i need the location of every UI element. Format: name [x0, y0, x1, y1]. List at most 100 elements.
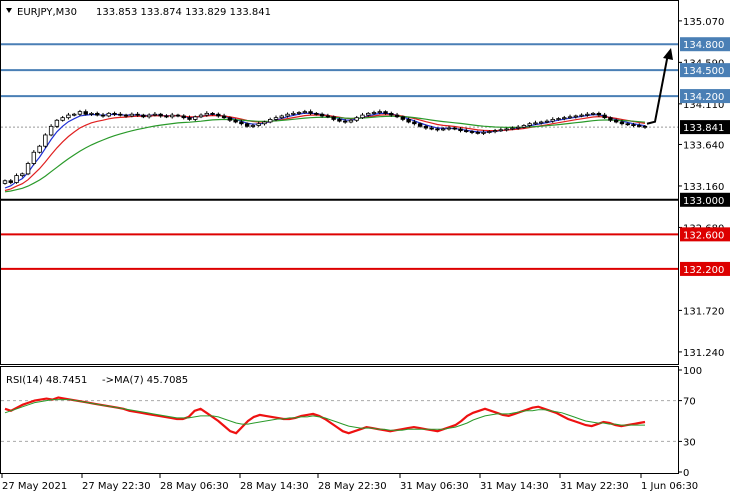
candle-body [106, 112, 111, 117]
candle-body [71, 113, 77, 116]
candle-body [417, 123, 423, 127]
candle-body [244, 123, 250, 127]
forecast-arrowhead-icon [663, 47, 673, 60]
candle-body [204, 112, 210, 116]
ohlc-values: 133.853 133.874 133.829 133.841 [96, 7, 271, 18]
candle-body [487, 131, 492, 133]
candle-body [371, 112, 377, 114]
time-tick-label: 28 May 06:30 [160, 481, 229, 492]
candle-body [498, 129, 504, 132]
candle-body [619, 121, 625, 125]
candle-body [429, 127, 434, 130]
candle-body [256, 123, 261, 126]
horizontal-levels [1, 43, 678, 270]
ma_slow-line [4, 115, 646, 193]
candle-body [366, 112, 371, 116]
candle-body [539, 121, 544, 124]
candle-body [2, 180, 8, 184]
candle-body [608, 117, 613, 121]
candle-body [544, 120, 550, 123]
rsi-tick-label: 30 [683, 437, 696, 448]
candle-body [273, 117, 279, 120]
price-chart[interactable]: 135.070134.590134.110133.640133.160132.6… [0, 0, 734, 497]
candle-body [285, 113, 290, 117]
candle-body [268, 119, 273, 123]
candle-body [216, 113, 221, 117]
candle-body [590, 112, 596, 115]
candle-body [123, 114, 129, 117]
dropdown-triangle-icon[interactable] [6, 8, 12, 13]
candle-body [152, 113, 158, 116]
price-tick-label: 131.720 [683, 306, 724, 317]
forecast-line [646, 53, 669, 125]
candle-body [95, 112, 100, 116]
level-tag-label: 134.800 [683, 40, 724, 51]
moving-averages [4, 112, 646, 193]
candle-body [631, 124, 636, 126]
candle-body [175, 114, 181, 117]
candle-body [550, 119, 555, 122]
candle-body [458, 128, 463, 132]
candle-body [585, 113, 590, 116]
candle-body [331, 116, 336, 120]
candle-body [383, 111, 388, 114]
candle-body [146, 114, 152, 118]
candle-body [481, 131, 486, 134]
candle-body [337, 119, 342, 122]
candle-body [579, 114, 584, 117]
candle-body [406, 119, 411, 123]
candle-body [400, 116, 406, 120]
price-tick-label: 135.070 [683, 17, 724, 28]
candle-body [637, 125, 642, 127]
price-tick-label: 131.240 [683, 348, 724, 359]
candle-body [37, 145, 42, 153]
candle-body [77, 111, 83, 115]
level-tag-label: 134.500 [683, 66, 724, 77]
level-tag-label: 133.000 [683, 196, 724, 207]
chart-window[interactable]: 135.070134.590134.110133.640133.160132.6… [0, 0, 734, 497]
time-tick-label: 28 May 22:30 [318, 481, 387, 492]
candle-body [562, 117, 567, 120]
candle-body [527, 123, 532, 126]
candle-body [31, 151, 37, 164]
candle-body [227, 117, 233, 121]
candle-body [389, 112, 394, 116]
price-tick-label: 133.160 [683, 182, 724, 193]
time-tick-label: 31 May 06:30 [400, 481, 469, 492]
candle-body [521, 125, 527, 128]
candle-body [573, 115, 579, 118]
price-tick-label: 133.640 [683, 140, 724, 151]
candle-body [193, 116, 198, 120]
rsi-tick-label: 70 [683, 397, 696, 408]
candle-body [325, 115, 331, 118]
candle-body [25, 163, 31, 175]
level-tags: 134.800 134.500 134.200 133.000 132.600 132.2… [680, 37, 730, 276]
candle-body [504, 128, 509, 131]
candle-body [89, 112, 94, 115]
forecast-arrow [646, 47, 673, 125]
candle-body [492, 130, 498, 133]
candle-body [233, 119, 238, 123]
candle-body [60, 117, 65, 121]
candle-body [602, 114, 607, 119]
current-price-label: 133.841 [683, 123, 724, 134]
main-pane-frame [0, 0, 679, 365]
candle-body [100, 114, 106, 117]
candle-body [14, 175, 19, 183]
candle-body [533, 122, 538, 125]
rsi-label: RSI(14) 48.7451 [6, 375, 87, 386]
candle-body [291, 112, 296, 115]
candle-body [129, 113, 135, 117]
candle-body [515, 126, 521, 129]
candle-body [198, 114, 204, 118]
rsi-tick-label: 100 [683, 366, 702, 377]
candle-body [377, 111, 382, 114]
candle-body [135, 113, 140, 116]
time-tick-label: 27 May 22:30 [82, 481, 151, 492]
candle-body [187, 117, 192, 120]
candle-body [596, 112, 602, 116]
time-tick-label: 31 May 22:30 [560, 481, 629, 492]
candle-body [262, 121, 267, 125]
candle-body [556, 118, 561, 120]
time-tick-label: 27 May 2021 [2, 481, 67, 492]
